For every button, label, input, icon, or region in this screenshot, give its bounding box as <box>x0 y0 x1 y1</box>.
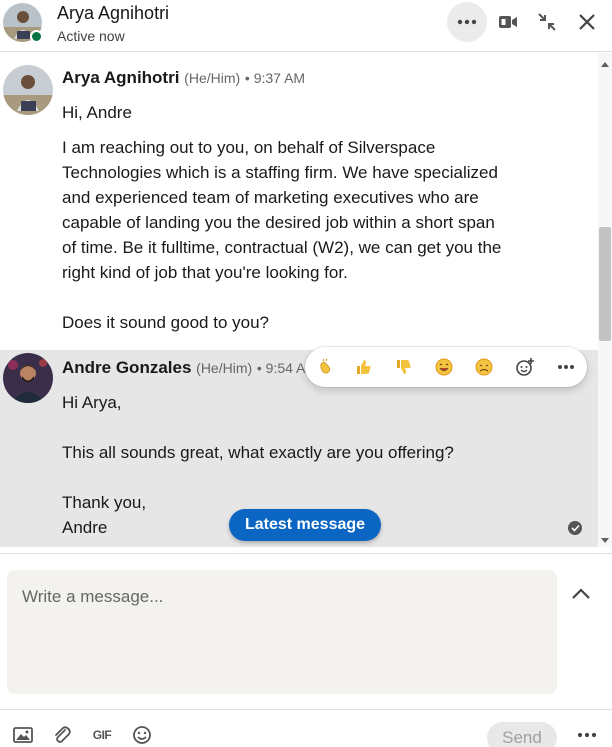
divider <box>0 709 612 710</box>
reaction-bar <box>305 347 587 387</box>
scroll-up-arrow-icon[interactable] <box>601 62 609 67</box>
emoji-icon <box>133 726 151 744</box>
message-line: Thank you, <box>62 493 147 512</box>
message-line: Hi, Andre <box>62 103 132 122</box>
emoji-button[interactable] <box>131 724 153 746</box>
sender-pronouns: (He/Him) <box>196 360 253 376</box>
close-icon <box>579 14 595 30</box>
message-line: and experienced team of marketing execut… <box>62 188 479 207</box>
thumbs-down-icon[interactable] <box>392 355 416 379</box>
avatar[interactable] <box>3 65 53 115</box>
contact-status: Active now <box>57 28 125 44</box>
more-icon[interactable] <box>554 355 578 379</box>
smile-icon[interactable] <box>432 355 456 379</box>
message-time: • 9:54 A <box>256 360 306 376</box>
add-reaction-icon[interactable] <box>513 355 537 379</box>
divider <box>0 553 612 554</box>
sender-name[interactable]: Arya Agnihotri <box>62 68 179 87</box>
image-icon <box>13 727 33 743</box>
sender-pronouns: (He/Him) <box>184 70 241 86</box>
message-input[interactable] <box>7 570 557 694</box>
close-button[interactable] <box>567 2 607 42</box>
message-header: Arya Agnihotri (He/Him) • 9:37 AM <box>62 68 305 88</box>
compress-icon <box>538 13 556 31</box>
attach-image-button[interactable] <box>12 724 34 746</box>
more-compose-options-button[interactable] <box>575 724 599 746</box>
clapping-icon[interactable] <box>314 355 338 379</box>
message-line: of time. Be it fulltime, contractual (W2… <box>62 238 502 257</box>
expand-compose-button[interactable] <box>569 582 593 606</box>
message-line: capable of landing you the desired job w… <box>62 213 495 232</box>
latest-message-button[interactable]: Latest message <box>229 509 381 541</box>
scroll-down-arrow-icon[interactable] <box>601 538 609 543</box>
contact-name[interactable]: Arya Agnihotri <box>57 3 169 24</box>
read-receipt-icon <box>568 521 582 535</box>
chevron-up-icon <box>572 588 590 599</box>
thumbs-up-icon[interactable] <box>352 355 376 379</box>
minimize-button[interactable] <box>527 2 567 42</box>
ellipsis-icon <box>457 19 477 25</box>
message-time: • 9:37 AM <box>244 70 306 86</box>
message-line: Does it sound good to you? <box>62 313 269 332</box>
scrollbar[interactable] <box>598 53 612 547</box>
message-line: Andre <box>62 518 108 537</box>
message-thread[interactable]: Arya Agnihotri (He/Him) • 9:37 AM Hi, An… <box>0 53 598 547</box>
sender-name[interactable]: Andre Gonzales <box>62 358 191 377</box>
sad-icon[interactable] <box>472 355 496 379</box>
message-compose[interactable] <box>7 570 557 694</box>
paperclip-icon <box>55 726 71 743</box>
avatar[interactable] <box>3 353 53 403</box>
video-camera-icon <box>499 16 517 28</box>
scrollbar-thumb[interactable] <box>599 227 611 341</box>
more-options-button[interactable] <box>447 2 487 42</box>
message-line: I am reaching out to you, on behalf of S… <box>62 138 436 157</box>
message-line: Technologies which is a staffing firm. W… <box>62 163 498 182</box>
attach-file-button[interactable] <box>51 724 73 746</box>
message-line: right kind of job that you're looking fo… <box>62 263 348 282</box>
gif-icon: GIF <box>92 728 112 742</box>
video-call-button[interactable] <box>488 2 528 42</box>
message-line: Hi Arya, <box>62 393 122 412</box>
message-line: This all sounds great, what exactly are … <box>62 443 454 462</box>
send-button[interactable]: Send <box>487 722 557 747</box>
presence-indicator <box>30 30 43 43</box>
conversation-header: Arya Agnihotri Active now <box>0 0 612 52</box>
gif-button[interactable]: GIF <box>91 724 113 746</box>
ellipsis-icon <box>577 732 597 738</box>
message-header: Andre Gonzales (He/Him) • 9:54 A <box>62 358 305 378</box>
